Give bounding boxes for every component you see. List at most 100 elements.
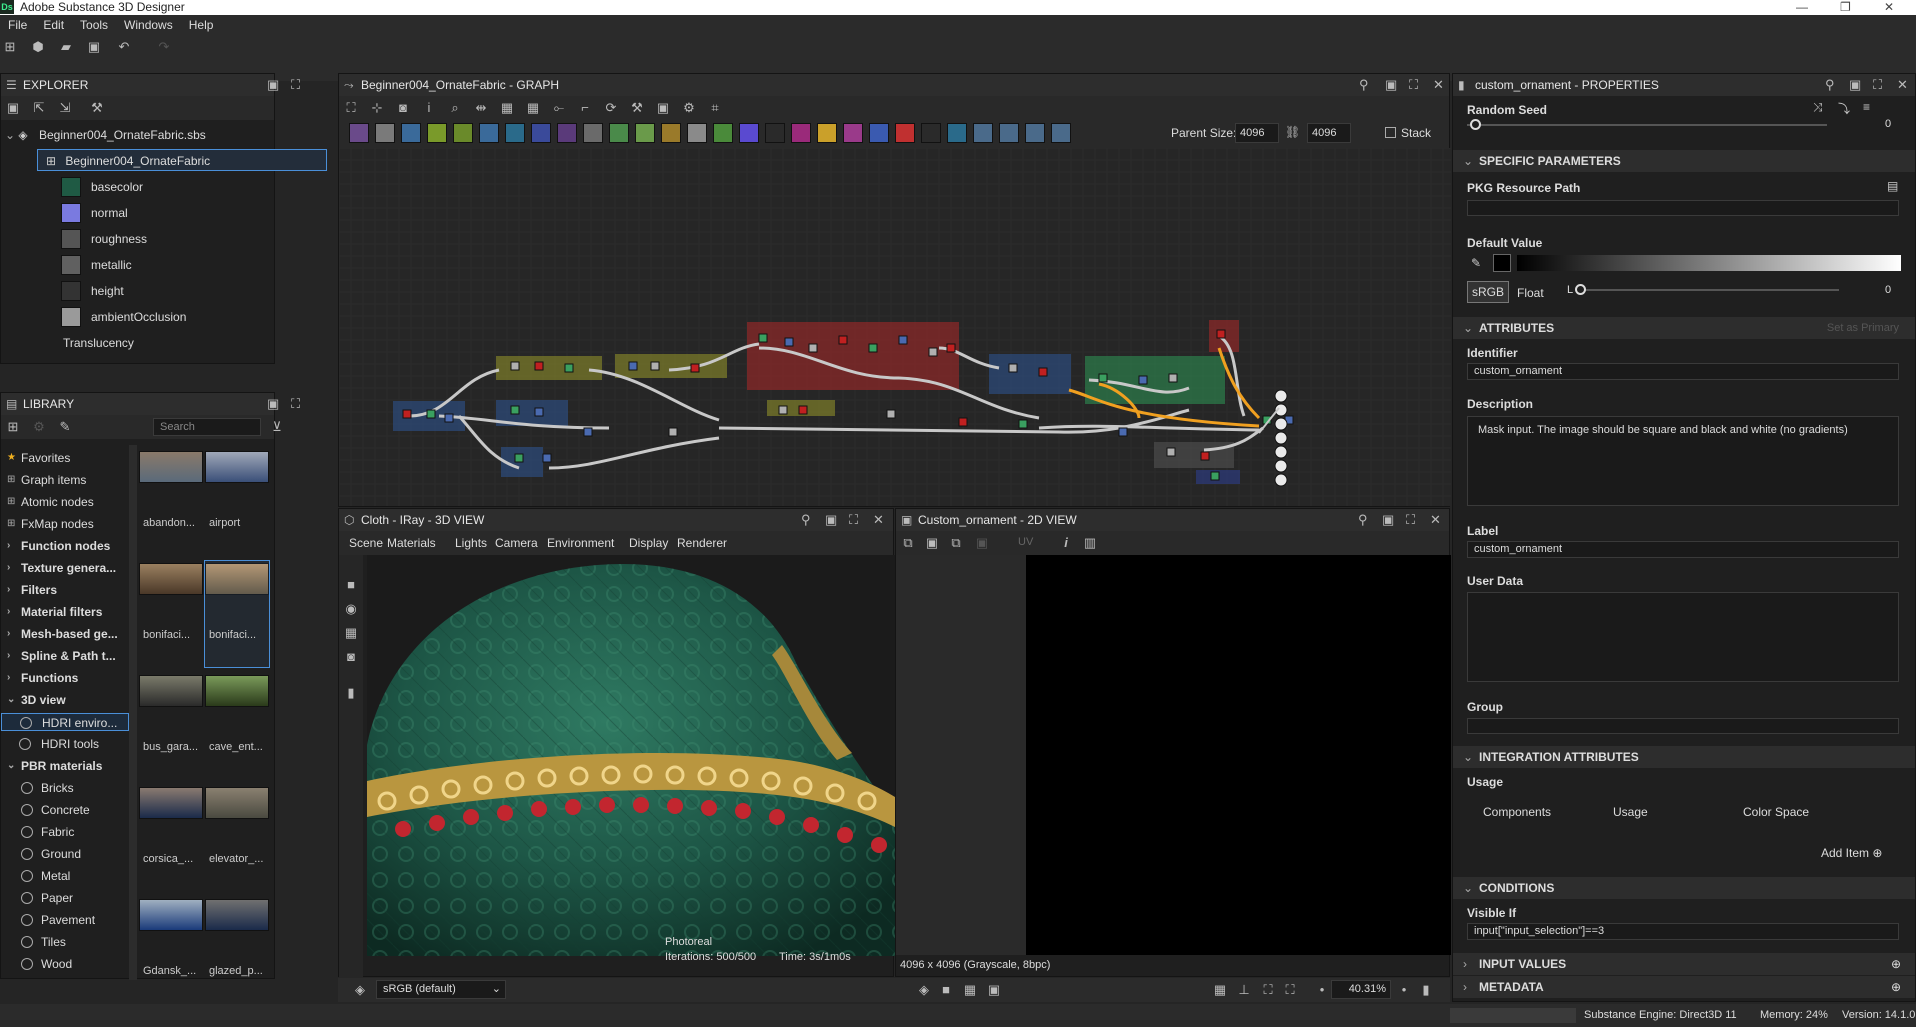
- graph-node[interactable]: [1008, 363, 1018, 373]
- visible-if-field[interactable]: input["input_selection"]==3: [1467, 923, 1899, 940]
- atomic-node-icon[interactable]: [739, 123, 759, 143]
- library-thumbnail[interactable]: [139, 563, 203, 595]
- parent-size-select[interactable]: 4096: [1235, 123, 1279, 143]
- graph-node[interactable]: [898, 335, 908, 345]
- graph-node[interactable]: [426, 409, 436, 419]
- graph-node[interactable]: [946, 343, 956, 353]
- save-package-icon[interactable]: ▣: [5, 100, 21, 116]
- library-thumbnail[interactable]: [205, 675, 269, 707]
- add-input-icon[interactable]: ⊕: [1891, 953, 1901, 975]
- display-mode-icon[interactable]: ▣: [986, 982, 1002, 998]
- atomic-node-icon[interactable]: [713, 123, 733, 143]
- new-package-icon[interactable]: ⊞: [2, 39, 18, 55]
- panel-max-icon[interactable]: ⛶: [1873, 74, 1882, 96]
- curve-icon[interactable]: ⌐: [577, 100, 593, 116]
- graph-node[interactable]: [868, 343, 878, 353]
- float-button[interactable]: Float: [1517, 286, 1544, 300]
- view3d-menu-lights[interactable]: Lights: [455, 536, 487, 550]
- library-thumbnail[interactable]: [205, 787, 269, 819]
- environment-icon[interactable]: ▦: [343, 625, 359, 641]
- rotate-icon[interactable]: ⟳: [603, 100, 619, 116]
- library-search-input[interactable]: Search: [153, 418, 261, 436]
- section-integration[interactable]: ⌄ INTEGRATION ATTRIBUTES: [1453, 746, 1915, 768]
- graph-node[interactable]: [1018, 419, 1028, 429]
- group-field[interactable]: [1467, 718, 1899, 734]
- connector-icon[interactable]: ⟜: [551, 100, 567, 116]
- library-category[interactable]: ⊞ FxMap nodes: [1, 515, 129, 533]
- identifier-field[interactable]: custom_ornament: [1467, 363, 1899, 380]
- graph-node[interactable]: [1038, 367, 1048, 377]
- output-node[interactable]: [1274, 431, 1288, 445]
- library-thumbnail[interactable]: [139, 675, 203, 707]
- atomic-node-icon[interactable]: [505, 123, 525, 143]
- library-category[interactable]: ⊞ Graph items: [1, 471, 129, 489]
- library-category[interactable]: Concrete: [1, 801, 129, 819]
- atomic-node-icon[interactable]: [401, 123, 421, 143]
- graph-node[interactable]: [1210, 471, 1220, 481]
- view3d-menu-scene[interactable]: Scene: [349, 536, 383, 550]
- graph-node[interactable]: [564, 363, 574, 373]
- size-select[interactable]: 4096: [1307, 123, 1351, 143]
- panel-close-icon[interactable]: ✕: [873, 509, 884, 531]
- library-category[interactable]: Fabric: [1, 823, 129, 841]
- atomic-node-icon[interactable]: [895, 123, 915, 143]
- library-add-icon[interactable]: ⊞: [5, 419, 21, 435]
- graph-node[interactable]: [1098, 373, 1108, 383]
- layers-2d-icon[interactable]: ◈: [916, 982, 932, 998]
- graph-node[interactable]: [402, 409, 412, 419]
- pin-icon[interactable]: ⚲: [1825, 74, 1835, 96]
- info-icon[interactable]: i: [1058, 535, 1074, 551]
- graph-node[interactable]: [838, 335, 848, 345]
- tree-output[interactable]: roughness: [59, 228, 269, 250]
- atomic-node-icon[interactable]: [843, 123, 863, 143]
- library-thumbnail[interactable]: [205, 899, 269, 931]
- atomic-node-icon[interactable]: [1051, 123, 1071, 143]
- library-category[interactable]: Wood: [1, 955, 129, 973]
- graph-node[interactable]: [928, 347, 938, 357]
- library-thumbnail[interactable]: [139, 899, 203, 931]
- library-thumbnail[interactable]: [139, 451, 203, 483]
- graph-node[interactable]: [808, 343, 818, 353]
- colorspace-select[interactable]: sRGB (default) ⌄: [376, 980, 506, 999]
- section-input-values[interactable]: › INPUT VALUES ⊕: [1453, 953, 1915, 975]
- stats-icon[interactable]: ▮: [343, 685, 359, 701]
- atomic-node-icon[interactable]: [999, 123, 1019, 143]
- frame-icon[interactable]: ⛶: [343, 100, 359, 116]
- library-category[interactable]: Pavement: [1, 911, 129, 929]
- graph-node[interactable]: [1200, 451, 1210, 461]
- atomic-node-icon[interactable]: [921, 123, 941, 143]
- tree-output[interactable]: Translucency: [59, 332, 269, 354]
- graph-node[interactable]: [1118, 427, 1128, 437]
- zoom-out-icon[interactable]: •: [1314, 982, 1330, 998]
- view3d-menu-environment[interactable]: Environment: [547, 536, 614, 550]
- tree-output[interactable]: normal: [59, 202, 269, 224]
- library-category[interactable]: › Spline & Path t...: [1, 647, 129, 665]
- library-thumbnail[interactable]: [139, 787, 203, 819]
- panel-float-icon[interactable]: ▣: [267, 393, 279, 415]
- collapse-icon[interactable]: ⌄: [5, 128, 15, 142]
- tree-output[interactable]: metallic: [59, 254, 269, 276]
- tree-output[interactable]: basecolor: [59, 176, 269, 198]
- output-node[interactable]: [1274, 417, 1288, 431]
- align-icon[interactable]: ⊥: [1236, 982, 1252, 998]
- zoom-fit-icon[interactable]: ⛶: [1282, 982, 1298, 998]
- filter-icon[interactable]: ⊻: [269, 419, 285, 435]
- layout-icon[interactable]: ▦: [499, 100, 515, 116]
- graph-node[interactable]: [1166, 447, 1176, 457]
- node-frame[interactable]: [1154, 442, 1234, 468]
- publish-icon[interactable]: ⚒: [89, 100, 105, 116]
- graph-node[interactable]: [784, 337, 794, 347]
- link-size-icon[interactable]: ⛓: [1285, 125, 1300, 139]
- brush-icon[interactable]: ⚙: [681, 100, 697, 116]
- light-icon[interactable]: ◉: [343, 601, 359, 617]
- eyedropper-icon[interactable]: ✎: [1471, 256, 1481, 270]
- graph-node[interactable]: [958, 417, 968, 427]
- panel-float-icon[interactable]: ▣: [1849, 74, 1861, 96]
- graph-node[interactable]: [628, 361, 638, 371]
- graph-node[interactable]: [798, 405, 808, 415]
- library-category[interactable]: ⊞ Atomic nodes: [1, 493, 129, 511]
- label-field[interactable]: custom_ornament: [1467, 541, 1899, 558]
- export-image-icon[interactable]: ⧉: [948, 535, 964, 551]
- library-category[interactable]: Paper: [1, 889, 129, 907]
- atomic-node-icon[interactable]: [661, 123, 681, 143]
